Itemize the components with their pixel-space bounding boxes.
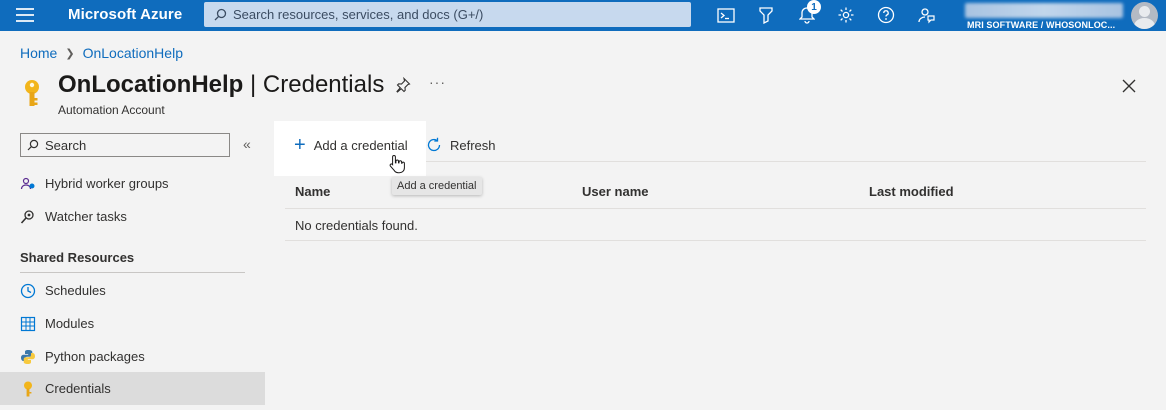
gear-icon[interactable]: [835, 5, 857, 25]
modules-icon: [20, 316, 36, 332]
sidebar-item-modules[interactable]: Modules: [0, 307, 265, 340]
column-header-name[interactable]: Name: [295, 184, 330, 199]
help-icon[interactable]: [875, 5, 897, 25]
refresh-icon: [427, 137, 441, 152]
sidebar-item-credentials[interactable]: Credentials: [0, 372, 265, 405]
notification-badge: 1: [807, 0, 821, 14]
hand-cursor-icon: [389, 154, 405, 174]
column-header-last-modified[interactable]: Last modified: [869, 184, 954, 199]
sidebar-item-label: Watcher tasks: [45, 209, 127, 224]
sidebar-item-label: Hybrid worker groups: [45, 176, 169, 191]
add-credential-label: Add a credential: [313, 137, 408, 153]
page-title: OnLocationHelp | Credentials: [58, 71, 385, 98]
sidebar-item-hybrid-worker-groups[interactable]: Hybrid worker groups: [0, 167, 265, 200]
section-divider: [20, 272, 245, 273]
table-row-divider: [285, 240, 1146, 241]
watcher-icon: [20, 209, 36, 225]
refresh-button[interactable]: Refresh: [426, 128, 496, 162]
collapse-sidebar-icon[interactable]: «: [243, 136, 251, 152]
global-search-input[interactable]: Search resources, services, and docs (G+…: [204, 2, 691, 27]
sidebar-item-schedules[interactable]: Schedules: [0, 274, 265, 307]
refresh-label: Refresh: [450, 137, 496, 153]
key-icon: [25, 80, 39, 106]
tooltip: Add a credential: [392, 177, 482, 195]
directory-filter-icon[interactable]: [755, 5, 777, 25]
cloud-shell-icon[interactable]: [715, 5, 737, 25]
global-search-placeholder: Search resources, services, and docs (G+…: [233, 7, 484, 22]
sidebar-search-input[interactable]: Search: [20, 133, 230, 157]
breadcrumb-current[interactable]: OnLocationHelp: [83, 45, 183, 61]
avatar[interactable]: [1131, 2, 1158, 29]
search-icon: [27, 139, 39, 151]
sidebar-item-python-packages[interactable]: Python packages: [0, 340, 265, 373]
plus-icon: +: [294, 134, 306, 156]
hybrid-worker-icon: [20, 176, 36, 192]
account-name-blurred[interactable]: [965, 3, 1123, 18]
account-directory[interactable]: MRI SOFTWARE / WHOSONLOC...: [967, 20, 1115, 30]
menu-icon[interactable]: [16, 8, 34, 22]
sidebar-item-label: Credentials: [45, 381, 111, 396]
chevron-right-icon: ❯: [65, 47, 75, 60]
top-bar: Microsoft Azure Search resources, servic…: [0, 0, 1166, 31]
page-subtitle: Automation Account: [58, 103, 165, 117]
table-header-divider: [285, 208, 1146, 209]
pin-icon[interactable]: [395, 77, 411, 93]
more-options-icon[interactable]: ···: [429, 74, 446, 90]
sidebar-search-placeholder: Search: [45, 137, 87, 153]
clock-icon: [20, 283, 36, 299]
python-icon: [20, 349, 36, 365]
feedback-icon[interactable]: [915, 5, 937, 25]
breadcrumb-home[interactable]: Home: [20, 45, 57, 61]
close-icon[interactable]: [1121, 78, 1137, 94]
sidebar-item-label: Python packages: [45, 349, 145, 364]
brand-title[interactable]: Microsoft Azure: [68, 6, 182, 23]
sidebar-item-label: Modules: [45, 316, 95, 331]
key-icon: [20, 381, 36, 397]
breadcrumb: Home ❯ OnLocationHelp: [20, 45, 183, 61]
section-header-shared-resources: Shared Resources: [20, 250, 135, 265]
column-header-user-name[interactable]: User name: [582, 184, 648, 199]
sidebar-item-watcher-tasks[interactable]: Watcher tasks: [0, 200, 265, 233]
search-icon: [214, 8, 227, 21]
sidebar-item-label: Schedules: [45, 283, 106, 298]
empty-state-message: No credentials found.: [295, 218, 418, 233]
